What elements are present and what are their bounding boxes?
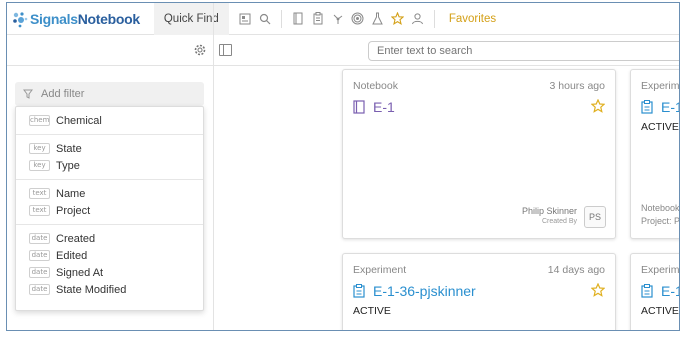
quick-find-button[interactable]: Quick Find xyxy=(153,3,229,35)
type-tag: date xyxy=(29,250,50,261)
add-filter-button[interactable]: Add filter xyxy=(15,82,204,106)
filter-group-text: text Name text Project xyxy=(16,180,203,225)
type-tag: chem xyxy=(29,115,50,126)
card-status: ACTIVE xyxy=(641,305,679,317)
type-tag: text xyxy=(29,188,50,199)
card-experiment-e1-36[interactable]: Experiment 14 days ago E-1-36-pjskinner … xyxy=(342,253,616,330)
filter-option-project[interactable]: text Project xyxy=(16,202,203,219)
card-status: ACTIVE xyxy=(353,305,391,317)
card-title-text: E-1 xyxy=(661,99,679,115)
filter-option-chemical[interactable]: chem Chemical xyxy=(16,112,203,129)
notebook-icon[interactable] xyxy=(288,3,308,35)
type-tag: key xyxy=(29,143,50,154)
filter-dropdown: chem Chemical key State key Type text Name t… xyxy=(15,106,204,311)
funnel-icon xyxy=(23,89,33,99)
experiment-icon xyxy=(353,284,365,298)
filter-option-label: Name xyxy=(56,187,86,200)
collapse-panel-icon[interactable] xyxy=(219,44,232,56)
flask-icon[interactable] xyxy=(368,3,388,35)
users-icon[interactable] xyxy=(408,3,428,35)
filter-option-label: State xyxy=(56,142,82,155)
experiment-icon xyxy=(641,100,653,114)
filter-option-label: Chemical xyxy=(56,114,102,127)
logo-text-part1: Signals xyxy=(30,10,78,27)
card-experiment-e1-partial[interactable]: Experime E-1 ACTIVE Notebook Project: P xyxy=(630,69,680,239)
type-tag: text xyxy=(29,205,50,216)
star-icon[interactable] xyxy=(591,99,605,113)
search-input[interactable] xyxy=(368,41,679,61)
filter-option-state-modified[interactable]: date State Modified xyxy=(16,281,203,298)
type-tag: date xyxy=(29,233,50,244)
card-type: Experime xyxy=(641,80,680,92)
filter-option-label: Edited xyxy=(56,249,88,262)
toolbar-divider xyxy=(280,9,282,28)
filter-option-label: State Modified xyxy=(56,283,127,296)
filter-option-label: Created xyxy=(56,232,96,245)
logo-text: SignalsNotebook xyxy=(30,11,140,27)
filter-option-created[interactable]: date Created xyxy=(16,230,203,247)
type-tag: key xyxy=(29,160,50,171)
favorites-link[interactable]: Favorites xyxy=(449,13,496,25)
filter-option-label: Project xyxy=(56,204,91,217)
toolbar-divider-2 xyxy=(433,9,435,28)
card-type: Experime xyxy=(641,264,680,276)
star-icon[interactable] xyxy=(388,3,408,35)
experiment-icon xyxy=(641,284,653,298)
filter-option-type[interactable]: key Type xyxy=(16,157,203,174)
card-title[interactable]: E-1-36-pjskinner xyxy=(353,283,476,299)
top-bar: SignalsNotebook Quick Find Favorites xyxy=(7,3,679,35)
search-icon[interactable] xyxy=(255,3,275,35)
avatar: PS xyxy=(584,206,606,228)
notebook-icon xyxy=(353,100,365,114)
card-title[interactable]: E-1 xyxy=(353,99,395,115)
filter-group-date: date Created date Edited date Signed At dat… xyxy=(16,225,203,303)
star-icon[interactable] xyxy=(591,283,605,297)
card-time: 14 days ago xyxy=(547,264,605,276)
barcode-icon[interactable] xyxy=(235,3,255,35)
logo[interactable]: SignalsNotebook xyxy=(7,3,140,35)
card-title[interactable]: E-1 xyxy=(641,99,679,115)
card-title[interactable]: E-1 xyxy=(641,283,679,299)
created-by-label: Created By xyxy=(541,218,577,225)
filter-option-label: Type xyxy=(56,159,80,172)
filter-group-chem: chem Chemical xyxy=(16,107,203,135)
sub-bar xyxy=(7,35,679,66)
card-meta-notebook: Notebook xyxy=(641,203,680,213)
molecule-icon[interactable] xyxy=(328,3,348,35)
owner-name: Philip Skinner xyxy=(521,206,577,216)
logo-icon xyxy=(13,11,28,27)
filter-option-state[interactable]: key State xyxy=(16,140,203,157)
card-type: Notebook xyxy=(353,80,398,92)
card-owner: Philip Skinner Created By xyxy=(522,206,577,225)
card-status: ACTIVE xyxy=(641,121,679,133)
card-notebook-e1[interactable]: Notebook 3 hours ago E-1 Philip Skinner … xyxy=(342,69,616,239)
app-window: SignalsNotebook Quick Find Favorites Ent… xyxy=(6,2,680,331)
gear-icon[interactable] xyxy=(193,43,207,57)
card-title-text: E-1 xyxy=(373,99,395,115)
filter-option-name[interactable]: text Name xyxy=(16,185,203,202)
target-icon[interactable] xyxy=(348,3,368,35)
add-filter-label: Add filter xyxy=(41,88,85,100)
filter-pane: Add filter chem Chemical key State key Type… xyxy=(7,66,213,330)
pane-divider xyxy=(213,3,214,330)
card-meta-project: Project: P xyxy=(641,216,680,226)
filter-group-key: key State key Type xyxy=(16,135,203,180)
card-type: Experiment xyxy=(353,264,407,276)
card-title-text: E-1-36-pjskinner xyxy=(373,283,476,299)
filter-option-label: Signed At xyxy=(56,266,104,279)
card-time: 3 hours ago xyxy=(549,80,605,92)
logo-text-part2: Notebook xyxy=(77,10,140,27)
type-tag: date xyxy=(29,284,50,295)
type-tag: date xyxy=(29,267,50,278)
card-title-text: E-1 xyxy=(661,283,679,299)
experiment-icon[interactable] xyxy=(308,3,328,35)
filter-option-signed-at[interactable]: date Signed At xyxy=(16,264,203,281)
filter-option-edited[interactable]: date Edited xyxy=(16,247,203,264)
card-experiment-e1-partial-2[interactable]: Experime E-1 ACTIVE xyxy=(630,253,680,330)
